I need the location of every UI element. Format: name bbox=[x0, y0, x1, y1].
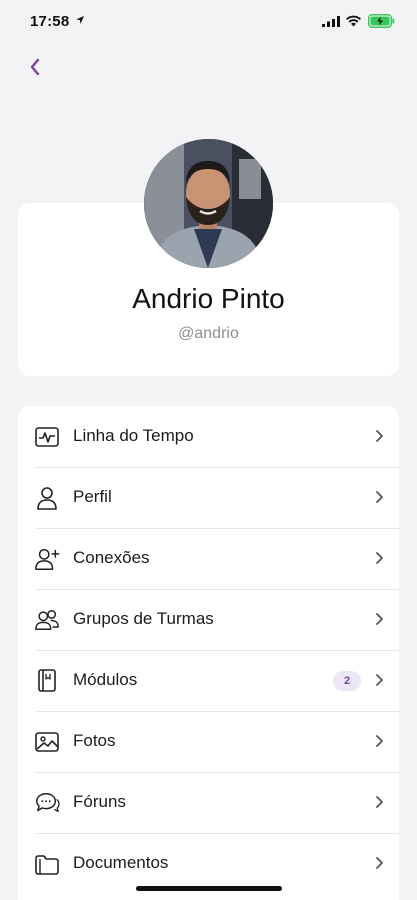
back-button[interactable] bbox=[22, 54, 48, 80]
menu-item-label: Grupos de Turmas bbox=[73, 609, 214, 628]
folder-icon bbox=[34, 851, 60, 877]
menu-item-label: Documentos bbox=[73, 853, 169, 872]
chevron-right-icon bbox=[376, 796, 383, 808]
status-bar: 17:58 bbox=[0, 0, 417, 46]
count-badge: 2 bbox=[333, 671, 361, 691]
battery-charging-icon bbox=[368, 14, 395, 28]
chat-icon bbox=[34, 790, 60, 816]
divider bbox=[36, 650, 399, 651]
user-icon bbox=[34, 485, 60, 511]
chevron-right-icon bbox=[376, 735, 383, 747]
menu-item-linha-do-tempo[interactable]: Linha do Tempo bbox=[18, 406, 399, 467]
profile-screen: 17:58 Andrio Pinto @andrio Linha do Temp… bbox=[0, 0, 417, 900]
chevron-left-icon bbox=[30, 58, 40, 76]
menu-item-label: Fóruns bbox=[73, 792, 126, 811]
menu-item-label: Fotos bbox=[73, 731, 116, 750]
menu-item-fotos[interactable]: Fotos bbox=[18, 711, 399, 772]
home-indicator bbox=[136, 886, 282, 891]
menu-item-label: Módulos bbox=[73, 670, 138, 689]
menu-item-conexoes[interactable]: Conexões bbox=[18, 528, 399, 589]
menu-item-modulos[interactable]: Módulos 2 bbox=[18, 650, 399, 711]
avatar[interactable] bbox=[144, 139, 273, 268]
wifi-icon bbox=[346, 15, 361, 27]
avatar-photo bbox=[144, 139, 273, 268]
user-plus-icon bbox=[34, 546, 60, 572]
chevron-right-icon bbox=[376, 491, 383, 503]
book-icon bbox=[34, 668, 60, 694]
chevron-right-icon bbox=[376, 430, 383, 442]
status-time: 17:58 bbox=[30, 13, 70, 30]
activity-icon bbox=[34, 424, 60, 450]
menu-item-label: Conexões bbox=[73, 548, 150, 567]
menu-item-label: Linha do Tempo bbox=[73, 426, 194, 445]
chevron-right-icon bbox=[376, 857, 383, 869]
location-arrow-icon bbox=[76, 16, 84, 24]
menu-item-foruns[interactable]: Fóruns bbox=[18, 772, 399, 833]
divider bbox=[36, 772, 399, 773]
users-icon bbox=[34, 607, 60, 633]
chevron-right-icon bbox=[376, 552, 383, 564]
divider bbox=[36, 589, 399, 590]
cellular-signal-icon bbox=[322, 16, 340, 27]
divider bbox=[36, 528, 399, 529]
menu-item-documentos[interactable]: Documentos bbox=[18, 833, 399, 894]
menu-list: Linha do Tempo Perfil Conexões Grupos de… bbox=[18, 406, 399, 900]
divider bbox=[36, 467, 399, 468]
menu-item-grupos-de-turmas[interactable]: Grupos de Turmas bbox=[18, 589, 399, 650]
menu-item-label: Perfil bbox=[73, 487, 112, 506]
chevron-right-icon bbox=[376, 674, 383, 686]
chevron-right-icon bbox=[376, 613, 383, 625]
profile-name: Andrio Pinto bbox=[132, 283, 285, 314]
image-icon bbox=[34, 729, 60, 755]
profile-handle: @andrio bbox=[178, 325, 239, 342]
menu-item-perfil[interactable]: Perfil bbox=[18, 467, 399, 528]
divider bbox=[36, 833, 399, 834]
divider bbox=[36, 711, 399, 712]
